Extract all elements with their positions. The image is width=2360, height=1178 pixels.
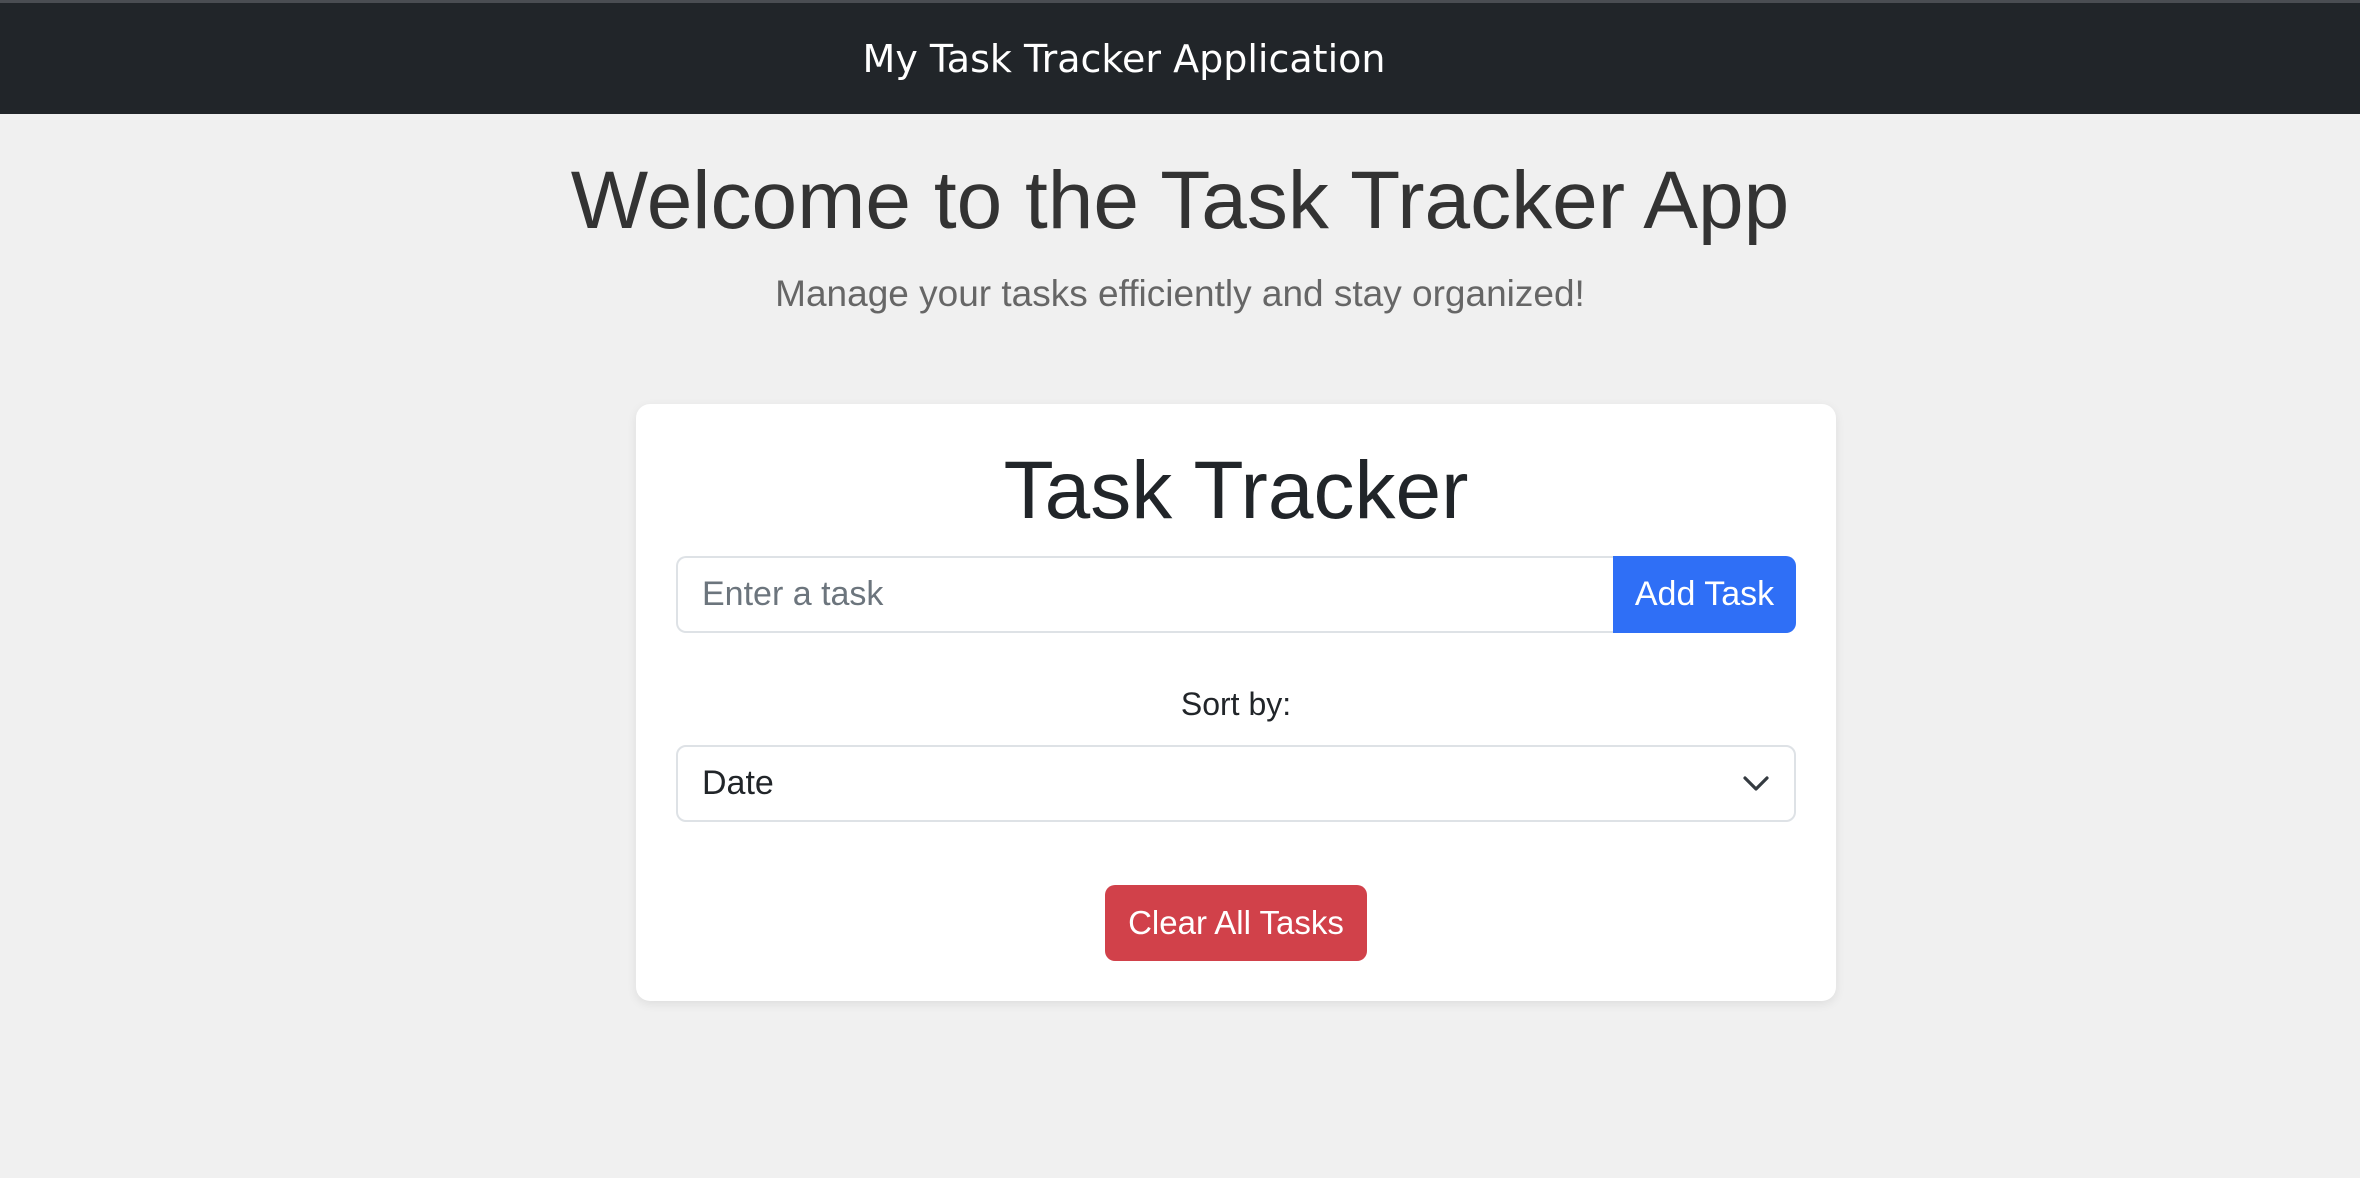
add-task-button[interactable]: Add Task — [1613, 556, 1796, 633]
sort-select[interactable]: Date — [676, 745, 1796, 822]
card-title: Task Tracker — [1003, 445, 1469, 536]
sort-label: Sort by: — [1180, 686, 1292, 722]
sort-select-value: Date — [702, 764, 774, 802]
navbar-title: My Task Tracker Application — [862, 36, 1386, 81]
clear-all-tasks-button[interactable]: Clear All Tasks — [1105, 885, 1367, 961]
top-navbar: My Task Tracker Application — [0, 0, 2360, 114]
chevron-down-icon — [1742, 770, 1770, 798]
page-subtitle: Manage your tasks efficiently and stay o… — [775, 273, 1585, 314]
task-tracker-card: Task Tracker Add Task Sort by: Date Clea… — [636, 404, 1836, 1001]
page-title: Welcome to the Task Tracker App — [570, 155, 1790, 246]
task-input[interactable] — [676, 556, 1613, 633]
task-input-group: Add Task — [676, 556, 1796, 633]
